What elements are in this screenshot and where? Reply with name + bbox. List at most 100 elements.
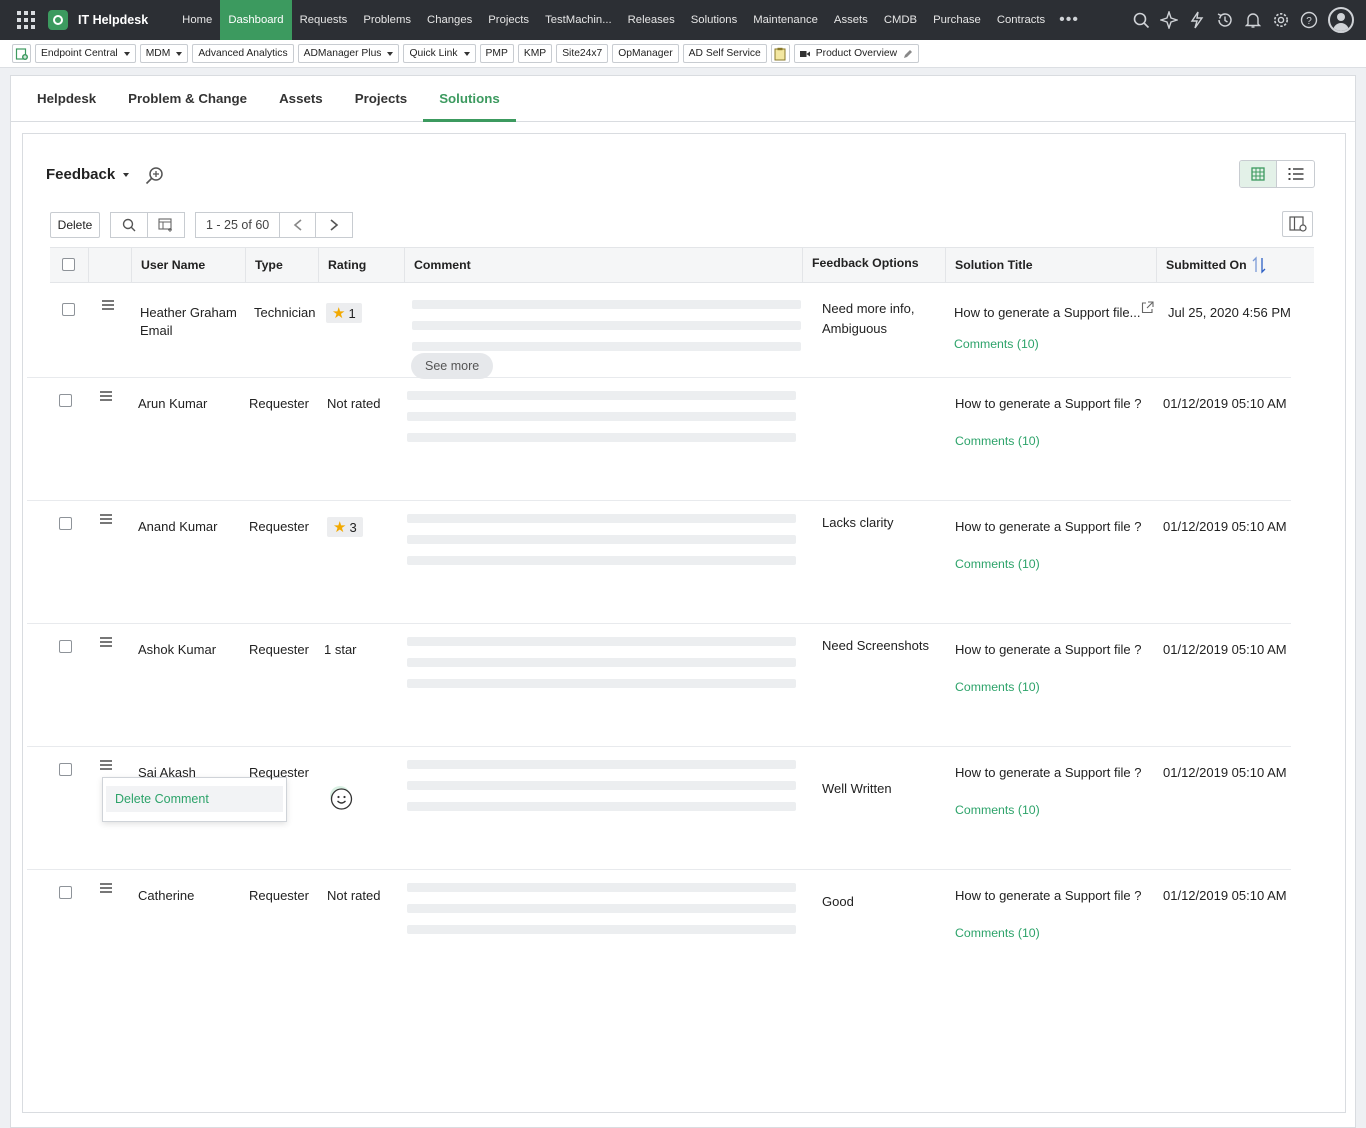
quicklink-opmanager[interactable]: OpManager — [612, 44, 679, 63]
row-menu-icon[interactable] — [102, 300, 114, 310]
quicklink-endpoint-central[interactable]: Endpoint Central — [35, 44, 136, 63]
row-checkbox[interactable] — [59, 763, 72, 776]
quicklink-kmp[interactable]: KMP — [517, 44, 553, 63]
solution-title-link[interactable]: How to generate a Support file ? — [955, 518, 1141, 536]
row-menu-icon[interactable] — [100, 391, 112, 401]
quicklink-mdm[interactable]: MDM — [139, 44, 189, 63]
solution-title-link[interactable]: How to generate a Support file ? — [955, 764, 1141, 782]
quicklink-site24x7[interactable]: Site24x7 — [556, 44, 609, 63]
history-icon[interactable] — [1216, 11, 1234, 29]
comment-placeholder-line — [407, 535, 796, 544]
solution-title-link[interactable]: How to generate a Support file ? — [955, 887, 1141, 905]
nav-item-dashboard[interactable]: Dashboard — [220, 0, 292, 40]
nav-item-assets[interactable]: Assets — [826, 0, 876, 40]
view-selector[interactable]: Feedback — [46, 166, 130, 183]
header-type[interactable]: Type — [245, 248, 318, 282]
grid-view-icon[interactable] — [1240, 161, 1277, 187]
nav-item-contracts[interactable]: Contracts — [989, 0, 1053, 40]
nav-item-requests[interactable]: Requests — [292, 0, 356, 40]
quicklink-pmp[interactable]: PMP — [479, 44, 514, 63]
nav-item-solutions[interactable]: Solutions — [683, 0, 745, 40]
row-checkbox[interactable] — [59, 517, 72, 530]
nav-item-cmdb[interactable]: CMDB — [876, 0, 925, 40]
open-external-icon[interactable] — [1141, 301, 1154, 314]
comment-placeholder-line — [412, 300, 801, 309]
comments-link[interactable]: Comments (10) — [955, 555, 1040, 573]
nav-item-home[interactable]: Home — [174, 0, 220, 40]
row-checkbox[interactable] — [59, 640, 72, 653]
brand-logo — [48, 10, 68, 30]
quicklink-ad-self-service[interactable]: AD Self Service — [682, 44, 767, 63]
select-all-checkbox[interactable] — [62, 258, 75, 271]
chevron-down-icon[interactable] — [123, 51, 130, 56]
solution-title-link[interactable]: How to generate a Support file ? — [955, 395, 1141, 413]
solution-title-link[interactable]: How to generate a Support file ? — [955, 641, 1141, 659]
row-menu-icon[interactable] — [100, 883, 112, 893]
see-more-button[interactable]: See more — [411, 353, 494, 379]
row-checkbox[interactable] — [59, 886, 72, 899]
quicklink-quick-link[interactable]: Quick Link — [403, 44, 476, 63]
tab-projects[interactable]: Projects — [339, 76, 423, 122]
comment-placeholder-line — [407, 637, 796, 646]
tab-assets[interactable]: Assets — [263, 76, 339, 122]
previous-page-icon[interactable] — [280, 212, 317, 238]
help-icon[interactable]: ? — [1300, 11, 1318, 29]
clipboard-icon[interactable] — [770, 44, 790, 63]
rating-value: 1 — [348, 305, 356, 321]
delete-button[interactable]: Delete — [50, 212, 100, 238]
apps-grid-icon[interactable] — [14, 8, 38, 32]
tab-helpdesk[interactable]: Helpdesk — [21, 76, 112, 122]
column-filter-icon[interactable] — [148, 212, 185, 238]
search-icon[interactable] — [110, 212, 148, 238]
quicklink-admanager-plus[interactable]: ADManager Plus — [297, 44, 400, 63]
comments-link[interactable]: Comments (10) — [955, 678, 1040, 696]
nav-more-icon[interactable]: ••• — [1059, 11, 1079, 29]
star-rating: ★ 1 — [326, 303, 362, 323]
chevron-down-icon[interactable] — [176, 51, 183, 56]
add-quicklink-icon[interactable] — [12, 44, 31, 63]
row-menu-icon[interactable] — [100, 514, 112, 524]
header-feedback-options[interactable]: Feedback Options — [802, 248, 945, 282]
header-comment[interactable]: Comment — [404, 248, 804, 282]
chevron-down-icon[interactable] — [463, 51, 470, 56]
quicklink-advanced-analytics[interactable]: Advanced Analytics — [192, 44, 294, 63]
header-solution-title[interactable]: Solution Title — [945, 248, 1156, 282]
row-checkbox[interactable] — [59, 394, 72, 407]
comments-link[interactable]: Comments (10) — [954, 335, 1039, 353]
user-avatar-icon[interactable] — [1328, 7, 1354, 33]
sort-icon[interactable] — [1252, 256, 1266, 274]
nav-item-projects[interactable]: Projects — [480, 0, 537, 40]
comments-link[interactable]: Comments (10) — [955, 801, 1040, 819]
header-user-name[interactable]: User Name — [131, 248, 245, 282]
solution-title-link[interactable]: How to generate a Support file... — [954, 304, 1140, 322]
sparkle-icon[interactable] — [1160, 11, 1178, 29]
bell-icon[interactable] — [1244, 11, 1262, 29]
gear-icon[interactable] — [1272, 11, 1290, 29]
nav-item-purchase[interactable]: Purchase — [925, 0, 989, 40]
comments-link[interactable]: Comments (10) — [955, 924, 1040, 942]
product-overview-button[interactable]: Product Overview — [793, 44, 920, 63]
edit-pencil-icon[interactable] — [903, 49, 913, 59]
nav-item-problems[interactable]: Problems — [355, 0, 419, 40]
nav-item-changes[interactable]: Changes — [419, 0, 480, 40]
list-view-icon[interactable] — [1277, 161, 1314, 187]
chevron-down-icon[interactable] — [387, 51, 394, 56]
header-rating[interactable]: Rating — [318, 248, 404, 282]
user-name: Anand Kumar — [138, 519, 218, 534]
column-settings-icon[interactable] — [1282, 211, 1313, 237]
comments-link[interactable]: Comments (10) — [955, 432, 1040, 450]
row-menu-icon[interactable] — [100, 637, 112, 647]
nav-item-maintenance[interactable]: Maintenance — [745, 0, 826, 40]
search-feedback-icon[interactable] — [144, 165, 166, 187]
row-menu-icon[interactable] — [100, 760, 112, 770]
nav-item-releases[interactable]: Releases — [620, 0, 683, 40]
next-page-icon[interactable] — [316, 212, 354, 238]
row-checkbox[interactable] — [62, 303, 75, 316]
search-icon[interactable] — [1132, 11, 1150, 29]
header-submitted-on[interactable]: Submitted On — [1156, 248, 1314, 282]
tab-problem-change[interactable]: Problem & Change — [112, 76, 263, 122]
bolt-icon[interactable] — [1188, 11, 1206, 29]
nav-item-testmachin[interactable]: TestMachin... — [537, 0, 620, 40]
tab-solutions[interactable]: Solutions — [423, 76, 516, 122]
top-nav-bar: IT Helpdesk Home Dashboard Requests Problem… — [0, 0, 1366, 40]
